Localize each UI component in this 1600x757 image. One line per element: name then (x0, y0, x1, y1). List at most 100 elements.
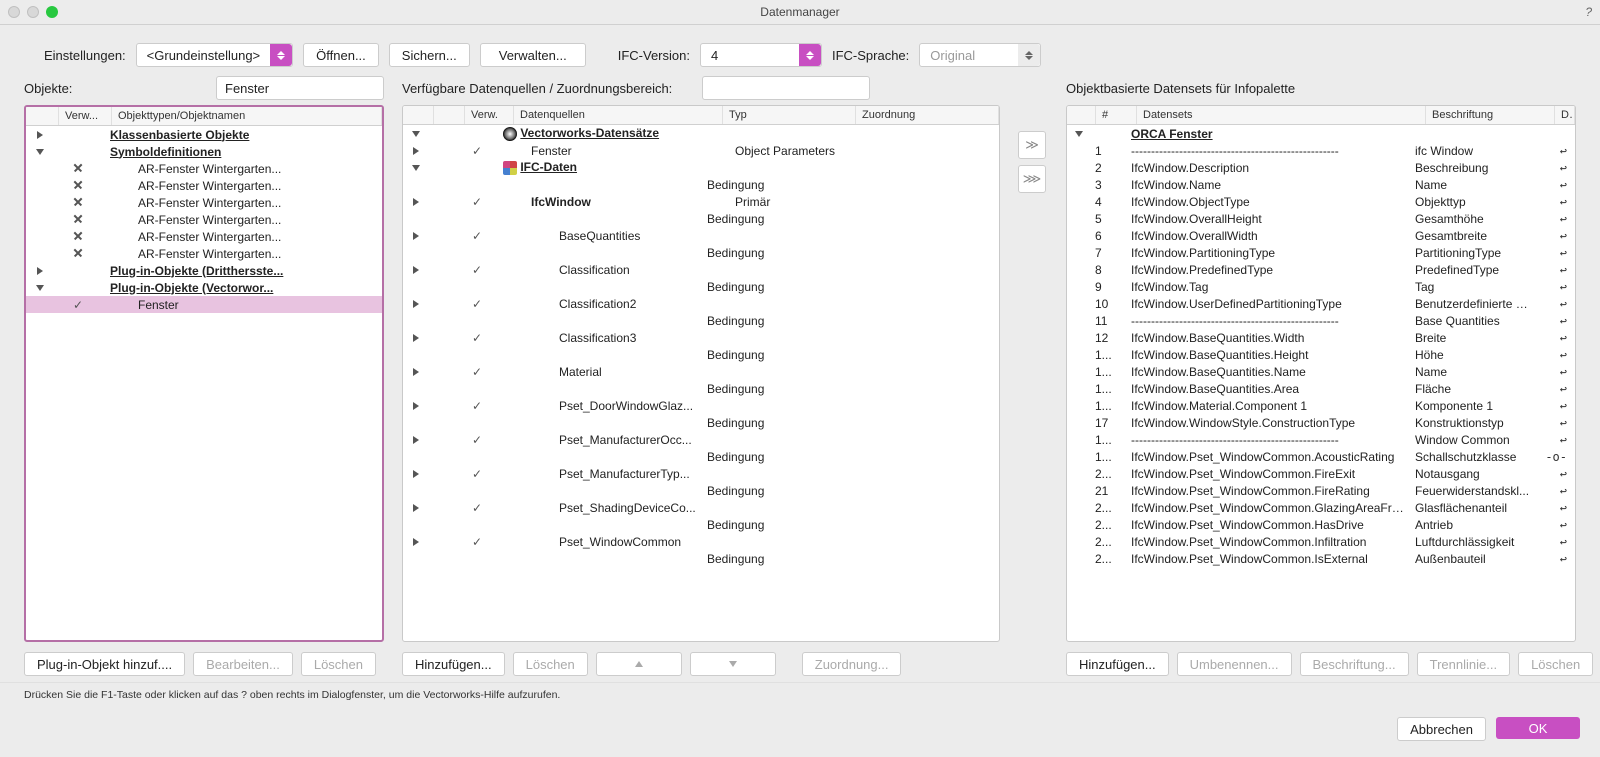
dataset-row[interactable]: 2...IfcWindow.Pset_WindowCommon.GlazingA… (1067, 499, 1575, 516)
preset-select[interactable]: <Grundeinstellung> (136, 43, 293, 67)
object-row[interactable]: AR-Fenster Wintergarten... (26, 211, 382, 228)
source-row[interactable]: ✓FensterObject Parameters (403, 142, 999, 159)
dataset-row[interactable]: 6IfcWindow.OverallWidthGesamtbreite↩ (1067, 227, 1575, 244)
disclosure-right-icon[interactable] (413, 436, 419, 444)
object-row[interactable]: Plug-in-Objekte (Vectorwor... (26, 279, 382, 296)
disclosure-right-icon[interactable] (413, 402, 419, 410)
source-row[interactable]: ✓Pset_ManufacturerOcc... (403, 431, 999, 448)
add-plugin-object-button[interactable]: Plug-in-Objekt hinzuf.... (24, 652, 185, 676)
dataset-row[interactable]: 4IfcWindow.ObjectTypeObjekttyp↩ (1067, 193, 1575, 210)
source-row[interactable]: ✓Classification2 (403, 295, 999, 312)
dataset-row[interactable]: 1...IfcWindow.Material.Component 1Kompon… (1067, 397, 1575, 414)
source-row[interactable]: ✓Pset_ShadingDeviceCo... (403, 499, 999, 516)
source-row[interactable]: ✓IfcWindowPrimär (403, 193, 999, 210)
source-row[interactable]: Bedingung (403, 312, 999, 329)
move-right-button[interactable]: ≫ (1018, 131, 1046, 159)
source-row[interactable]: Bedingung (403, 278, 999, 295)
disclosure-down-icon[interactable] (1075, 131, 1083, 137)
dataset-row[interactable]: 21IfcWindow.Pset_WindowCommon.FireRating… (1067, 482, 1575, 499)
disclosure-right-icon[interactable] (37, 131, 43, 139)
datasets-list[interactable]: # Datensets Beschriftung Durch... ORCA F… (1066, 105, 1576, 642)
dataset-row[interactable]: 1---------------------------------------… (1067, 142, 1575, 159)
dataset-row[interactable]: 8IfcWindow.PredefinedTypePredefinedType↩ (1067, 261, 1575, 278)
object-row[interactable]: Plug-in-Objekte (Dritthersste... (26, 262, 382, 279)
source-row[interactable]: Bedingung (403, 414, 999, 431)
sources-add-button[interactable]: Hinzufügen... (402, 652, 505, 676)
source-row[interactable]: ✓Material (403, 363, 999, 380)
object-row[interactable]: AR-Fenster Wintergarten... (26, 160, 382, 177)
sources-filter-input[interactable] (702, 76, 870, 100)
source-row[interactable]: Bedingung (403, 550, 999, 567)
dataset-row[interactable]: 5IfcWindow.OverallHeightGesamthöhe↩ (1067, 210, 1575, 227)
dataset-row[interactable]: 1...IfcWindow.BaseQuantities.NameName↩ (1067, 363, 1575, 380)
dataset-row[interactable]: 11--------------------------------------… (1067, 312, 1575, 329)
dataset-row[interactable]: ORCA Fenster (1067, 125, 1575, 142)
close-icon[interactable] (8, 6, 20, 18)
source-row[interactable]: ✓Pset_DoorWindowGlaz... (403, 397, 999, 414)
objects-list[interactable]: Verw... Objekttypen/Objektnamen Klassenb… (24, 105, 384, 642)
disclosure-down-icon[interactable] (36, 285, 44, 291)
dataset-row[interactable]: 9IfcWindow.TagTag↩ (1067, 278, 1575, 295)
source-row[interactable]: IFC-Daten (403, 159, 999, 176)
dataset-row[interactable]: 1...IfcWindow.BaseQuantities.AreaFläche↩ (1067, 380, 1575, 397)
ok-button[interactable]: OK (1496, 717, 1580, 739)
minimize-icon[interactable] (27, 6, 39, 18)
objects-filter-input[interactable]: Fenster (216, 76, 384, 100)
disclosure-right-icon[interactable] (413, 368, 419, 376)
object-row[interactable]: Symboldefinitionen (26, 143, 382, 160)
disclosure-right-icon[interactable] (413, 147, 419, 155)
sources-list[interactable]: Verw. Datenquellen Typ Zuordnung Vectorw… (402, 105, 1000, 642)
disclosure-right-icon[interactable] (413, 232, 419, 240)
source-row[interactable]: Vectorworks-Datensätze (403, 125, 999, 142)
object-row[interactable]: AR-Fenster Wintergarten... (26, 177, 382, 194)
source-row[interactable]: Bedingung (403, 346, 999, 363)
dataset-row[interactable]: 3IfcWindow.NameName↩ (1067, 176, 1575, 193)
datasets-add-button[interactable]: Hinzufügen... (1066, 652, 1169, 676)
source-row[interactable]: Bedingung (403, 516, 999, 533)
dataset-row[interactable]: 2...IfcWindow.Pset_WindowCommon.Infiltra… (1067, 533, 1575, 550)
disclosure-right-icon[interactable] (413, 470, 419, 478)
source-row[interactable]: ✓BaseQuantities (403, 227, 999, 244)
dataset-row[interactable]: 17IfcWindow.WindowStyle.ConstructionType… (1067, 414, 1575, 431)
source-row[interactable]: Bedingung (403, 210, 999, 227)
source-row[interactable]: Bedingung (403, 448, 999, 465)
object-row[interactable]: AR-Fenster Wintergarten... (26, 245, 382, 262)
disclosure-down-icon[interactable] (36, 149, 44, 155)
disclosure-right-icon[interactable] (413, 334, 419, 342)
object-row[interactable]: AR-Fenster Wintergarten... (26, 194, 382, 211)
disclosure-right-icon[interactable] (413, 300, 419, 308)
object-row[interactable]: Klassenbasierte Objekte (26, 126, 382, 143)
disclosure-down-icon[interactable] (412, 131, 420, 137)
dataset-row[interactable]: 1...------------------------------------… (1067, 431, 1575, 448)
ifc-version-select[interactable]: 4 (700, 43, 822, 67)
disclosure-right-icon[interactable] (413, 198, 419, 206)
source-row[interactable]: Bedingung (403, 176, 999, 193)
source-row[interactable]: ✓Classification (403, 261, 999, 278)
source-row[interactable]: Bedingung (403, 380, 999, 397)
dataset-row[interactable]: 2...IfcWindow.Pset_WindowCommon.HasDrive… (1067, 516, 1575, 533)
dataset-row[interactable]: 2...IfcWindow.Pset_WindowCommon.FireExit… (1067, 465, 1575, 482)
disclosure-right-icon[interactable] (413, 504, 419, 512)
disclosure-right-icon[interactable] (37, 267, 43, 275)
help-icon[interactable]: ? (1585, 5, 1592, 19)
disclosure-down-icon[interactable] (412, 165, 420, 171)
move-right-all-button[interactable]: ⋙ (1018, 165, 1046, 193)
dataset-row[interactable]: 2...IfcWindow.Pset_WindowCommon.IsExtern… (1067, 550, 1575, 567)
source-row[interactable]: ✓Pset_WindowCommon (403, 533, 999, 550)
cancel-button[interactable]: Abbrechen (1397, 717, 1486, 741)
dataset-row[interactable]: 1...IfcWindow.BaseQuantities.HeightHöhe↩ (1067, 346, 1575, 363)
dataset-row[interactable]: 12IfcWindow.BaseQuantities.WidthBreite↩ (1067, 329, 1575, 346)
open-button[interactable]: Öffnen... (303, 43, 379, 67)
dataset-row[interactable]: 1...IfcWindow.Pset_WindowCommon.Acoustic… (1067, 448, 1575, 465)
disclosure-right-icon[interactable] (413, 266, 419, 274)
disclosure-right-icon[interactable] (413, 538, 419, 546)
source-row[interactable]: ✓Classification3 (403, 329, 999, 346)
zoom-icon[interactable] (46, 6, 58, 18)
manage-button[interactable]: Verwalten... (480, 43, 586, 67)
source-row[interactable]: Bedingung (403, 244, 999, 261)
object-row[interactable]: AR-Fenster Wintergarten... (26, 228, 382, 245)
dataset-row[interactable]: 10IfcWindow.UserDefinedPartitioningTypeB… (1067, 295, 1575, 312)
object-row[interactable]: ✓Fenster (26, 296, 382, 313)
save-button[interactable]: Sichern... (389, 43, 470, 67)
dataset-row[interactable]: 7IfcWindow.PartitioningTypePartitioningT… (1067, 244, 1575, 261)
